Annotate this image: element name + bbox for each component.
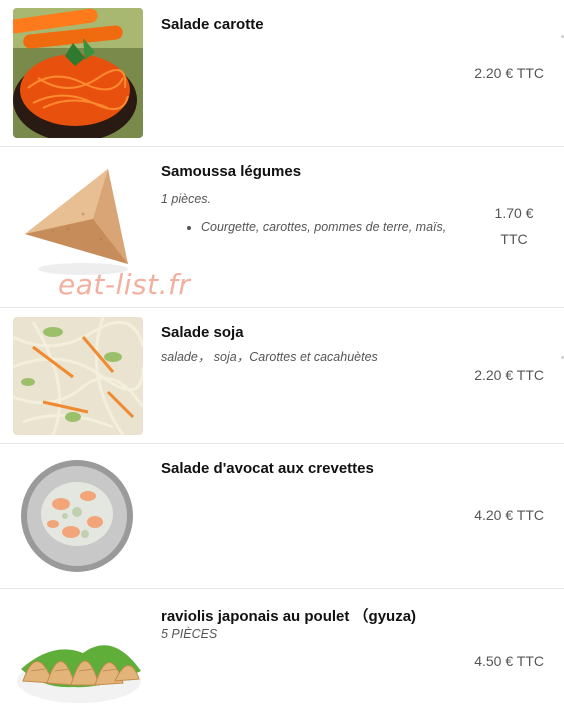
menu-item[interactable]: Salade soja salade， soja，Carottes et cac… [0, 308, 564, 444]
item-price: 2.20 € TTC [474, 65, 544, 81]
ingredient-item: Courgette, carottes, pommes de terre, ma… [201, 216, 471, 238]
item-name: Samoussa légumes [161, 163, 302, 180]
item-name: Salade soja [161, 324, 244, 341]
menu-item[interactable]: Salade carotte 2.20 € TTC [0, 0, 564, 147]
item-price: 1.70 € TTC [494, 205, 534, 247]
menu-list: Salade carotte 2.20 € TTC Samoussa légum… [0, 0, 564, 708]
item-price: 2.20 € TTC [474, 367, 544, 383]
item-name: raviolis japonais au poulet （gyuza) [161, 608, 417, 625]
item-name: Salade d'avocat aux crevettes [161, 460, 374, 477]
item-description: 1 pièces. [161, 192, 212, 206]
gyoza-image [13, 611, 143, 708]
avocado-shrimp-salad-image [13, 454, 143, 579]
watermark: eat-list.fr [58, 268, 191, 301]
item-price: 4.20 € TTC [474, 507, 544, 523]
menu-item[interactable]: Salade d'avocat aux crevettes 4.20 € TTC [0, 444, 564, 589]
soy-salad-image [13, 317, 143, 435]
menu-item[interactable]: raviolis japonais au poulet （gyuza) 5 PI… [0, 589, 564, 708]
ingredient-list: Courgette, carottes, pommes de terre, ma… [161, 216, 471, 238]
carrot-salad-image [13, 8, 143, 138]
item-price: 4.50 € TTC [474, 653, 544, 669]
item-description: salade， soja，Carottes et cacahuètes [161, 350, 378, 364]
item-description: 5 PIÈCES [161, 627, 218, 641]
item-name: Salade carotte [161, 16, 264, 33]
